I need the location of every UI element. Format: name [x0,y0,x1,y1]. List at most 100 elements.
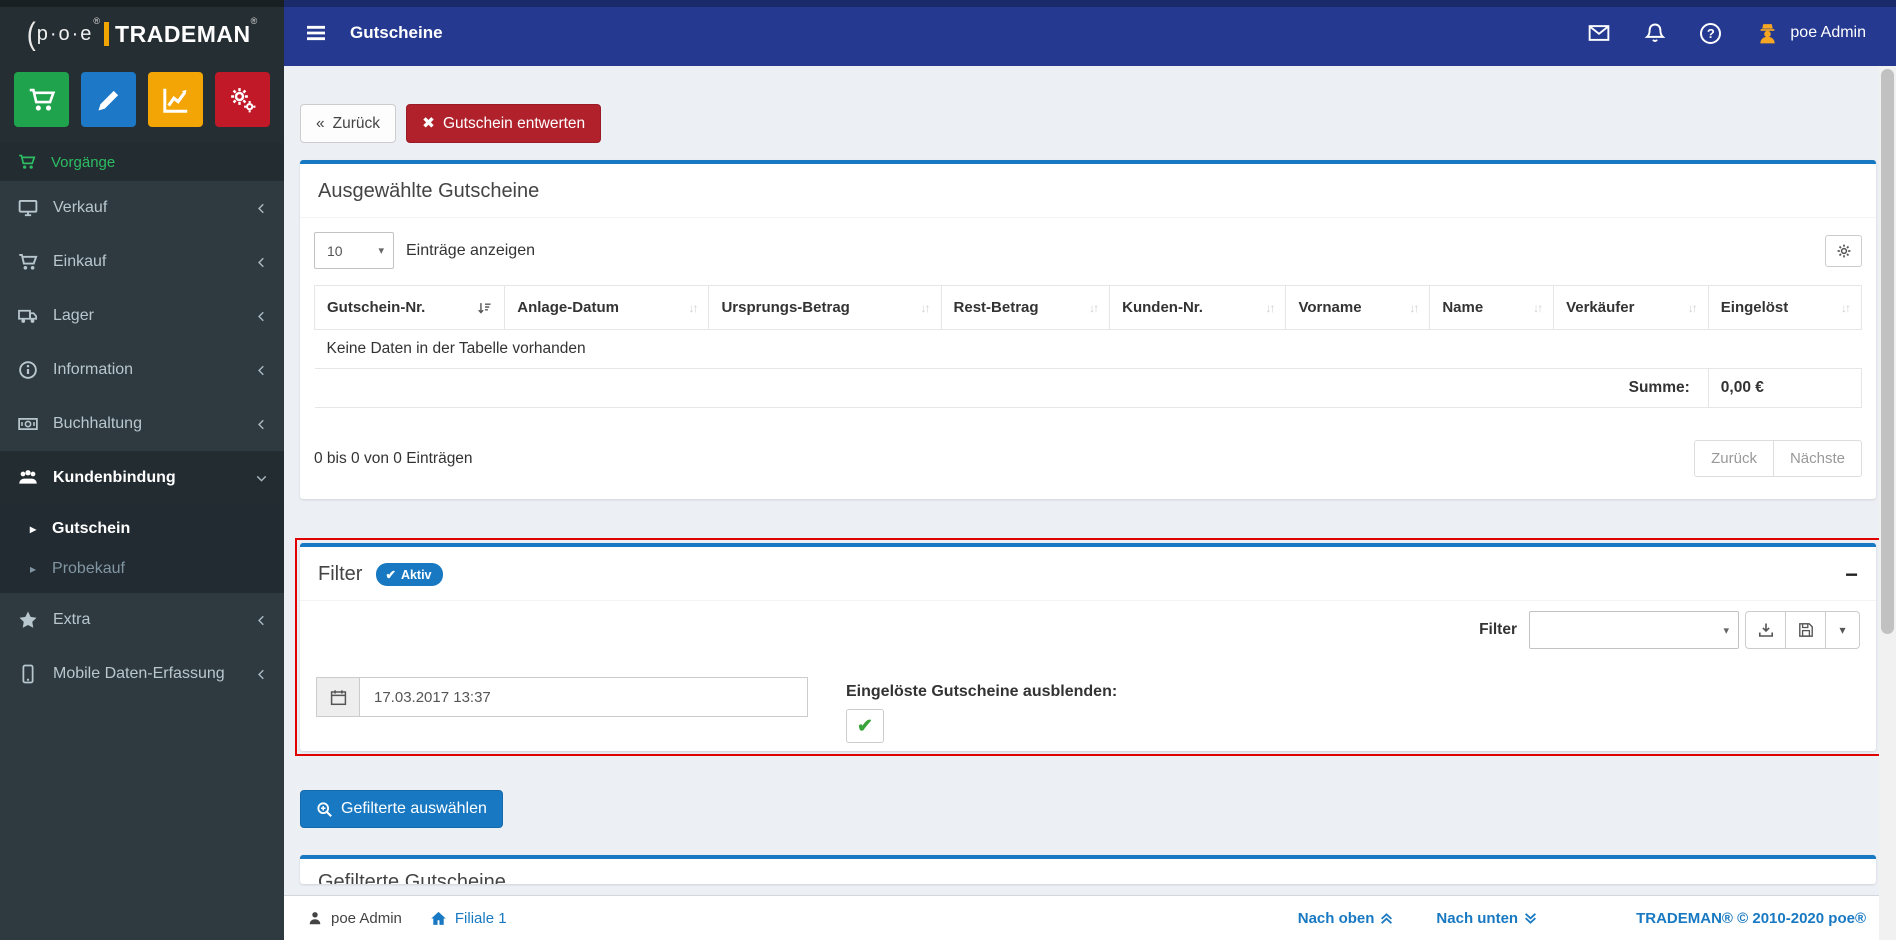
column-header-vorname[interactable]: Vorname ↓↑ [1285,284,1431,331]
calendar-addon-button[interactable] [316,677,359,718]
footer-user: poe Admin [307,910,402,927]
sidebar-item-vorgaenge[interactable]: Vorgänge [0,143,284,181]
pencil-icon [95,86,123,114]
sum-value: 0,00 € [1707,368,1863,409]
sidebar-item-label: Probekauf [52,560,125,577]
date-filter-input[interactable] [359,677,808,718]
filter-panel-body: Filter ▾ ▾ 17.03.2017 13:37 Eingelöste G… [300,601,1876,751]
sidebar-item-buchhaltung[interactable]: Buchhaltung [0,397,284,451]
logo-name: TRADEMAN [115,20,251,47]
sidebar-item-information[interactable]: Information [0,343,284,397]
caret-right-icon: ▸ [30,562,37,576]
devalue-voucher-button[interactable]: ✖ Gutschein entwerten [406,104,602,143]
sort-icon: ↓↑ [1089,301,1099,316]
search-plus-icon [316,801,333,818]
select-filtered-button[interactable]: Gefilterte auswählen [300,790,503,829]
caret-down-icon: ▾ [1723,624,1729,637]
column-header-anlage-datum[interactable]: Anlage-Datum ↓↑ [504,284,710,331]
column-header-kunden-nr[interactable]: Kunden-Nr. ↓↑ [1109,284,1287,331]
table-empty-row: Keine Daten in der Tabelle vorhanden [314,329,1862,370]
saved-filter-select[interactable]: ▾ [1529,611,1739,650]
filter-select-label: Filter [1479,621,1517,639]
hide-redeemed-checkbox[interactable]: ✔ [846,709,884,744]
caret-right-icon: ▸ [30,522,37,536]
sidebar-item-gutschein[interactable]: ▸ Gutschein [0,509,284,549]
sidebar-item-label: Vorgänge [51,153,116,171]
collapse-panel-button[interactable]: − [1845,563,1858,585]
sidebar-item-label: Buchhaltung [53,415,142,432]
table-header-row: Gutschein-Nr. Anlage-Datum ↓↑ Ursprungs-B… [313,284,1863,331]
sidebar-submenu-kundenbindung: ▸ Gutschein ▸ Probekauf [0,505,284,593]
download-filter-button[interactable] [1745,611,1786,650]
filter-panel-title: Filter [318,563,363,586]
footer-branch-link[interactable]: Filiale 1 [430,910,507,927]
column-header-gutschein-nr[interactable]: Gutschein-Nr. [313,284,506,331]
info-circle-icon [18,360,38,380]
sidebar-item-lager[interactable]: Lager [0,289,284,343]
sort-icon: ↓↑ [1841,301,1851,316]
download-icon [1758,622,1774,638]
minus-icon: − [1845,561,1858,587]
save-icon [1798,622,1814,638]
sidebar-item-probekauf[interactable]: ▸ Probekauf [0,549,284,589]
page-length-select[interactable]: 10 ▾ [314,232,394,269]
logo-registered-mark: ® [250,16,258,26]
sum-label: Summe: [314,368,1709,409]
users-icon [18,468,38,488]
scroll-to-top-link[interactable]: Nach oben [1298,910,1395,927]
topbar-actions: ? poe Admin [1588,21,1866,46]
gears-icon [229,86,257,114]
quick-sale-button[interactable] [14,72,69,127]
logo-poe: p·o·e [36,22,94,45]
table-settings-button[interactable] [1825,234,1862,267]
sidebar-menu: Vorgänge Verkauf Einkauf Lager Informati… [0,143,284,701]
truck-icon [18,306,38,326]
sidebar-item-kundenbindung[interactable]: Kundenbindung [0,451,284,505]
sort-icon: ↓↑ [688,301,698,316]
scroll-to-bottom-link[interactable]: Nach unten [1436,910,1538,927]
column-header-verkaeufer[interactable]: Verkäufer ↓↑ [1553,284,1709,331]
pagination-previous-button[interactable]: Zurück [1694,440,1774,478]
quick-settings-button[interactable] [215,72,270,127]
column-header-eingeloest[interactable]: Eingelöst ↓↑ [1707,284,1863,331]
hamburger-menu-button[interactable] [304,21,328,45]
angle-double-down-icon [1523,911,1538,926]
sidebar-item-mobile-daten-erfassung[interactable]: Mobile Daten-Erfassung [0,647,284,701]
main-content: « Zurück ✖ Gutschein entwerten Ausgewähl… [284,66,1896,895]
table-info: 0 bis 0 von 0 Einträgen [314,449,473,467]
quick-edit-button[interactable] [81,72,136,127]
sidebar-top: ( p·o·e ® TRADEMAN ® [0,0,284,143]
messages-button[interactable] [1588,22,1610,44]
panel-body: 10 ▾ Einträge anzeigen Gutschein-Nr. Anl… [300,218,1876,499]
notifications-button[interactable] [1644,22,1666,44]
brand-logo[interactable]: ( p·o·e ® TRADEMAN ® [0,0,284,68]
quick-stats-button[interactable] [148,72,203,127]
column-header-name[interactable]: Name ↓↑ [1429,284,1555,331]
sort-icon: ↓↑ [1533,301,1543,316]
sidebar-item-einkauf[interactable]: Einkauf [0,235,284,289]
footer: poe Admin Filiale 1 Nach oben Nach unten… [284,895,1896,940]
table-sum-row: Summe: 0,00 € [314,368,1863,409]
quick-buttons [0,68,284,127]
pagination-next-button[interactable]: Nächste [1772,440,1862,478]
filter-more-options-button[interactable]: ▾ [1825,611,1860,650]
date-input-group [316,677,808,718]
chevron-left-icon [255,256,268,269]
filtered-vouchers-panel-partial: Gefilterte Gutscheine [300,855,1876,885]
cart-icon [18,153,36,171]
save-filter-button[interactable] [1785,611,1826,650]
help-button[interactable]: ? [1700,22,1722,44]
scrollbar-thumb[interactable] [1881,69,1894,634]
sidebar-item-label: Kundenbindung [53,469,176,486]
sidebar-item-verkauf[interactable]: Verkauf [0,181,284,235]
user-menu[interactable]: poe Admin [1755,21,1866,46]
column-header-rest-betrag[interactable]: Rest-Betrag ↓↑ [940,284,1111,331]
column-header-ursprungs-betrag[interactable]: Ursprungs-Betrag ↓↑ [708,284,942,331]
sidebar-item-extra[interactable]: Extra [0,593,284,647]
saved-filter-row: Filter ▾ ▾ [316,611,1860,650]
empty-table-message: Keine Daten in der Tabelle vorhanden [314,329,1862,370]
table-controls: 10 ▾ Einträge anzeigen [314,232,1862,269]
logo-paren: ( [26,16,36,51]
hide-redeemed-label: Eingelöste Gutscheine ausblenden: [846,683,1118,701]
back-button[interactable]: « Zurück [300,104,396,143]
